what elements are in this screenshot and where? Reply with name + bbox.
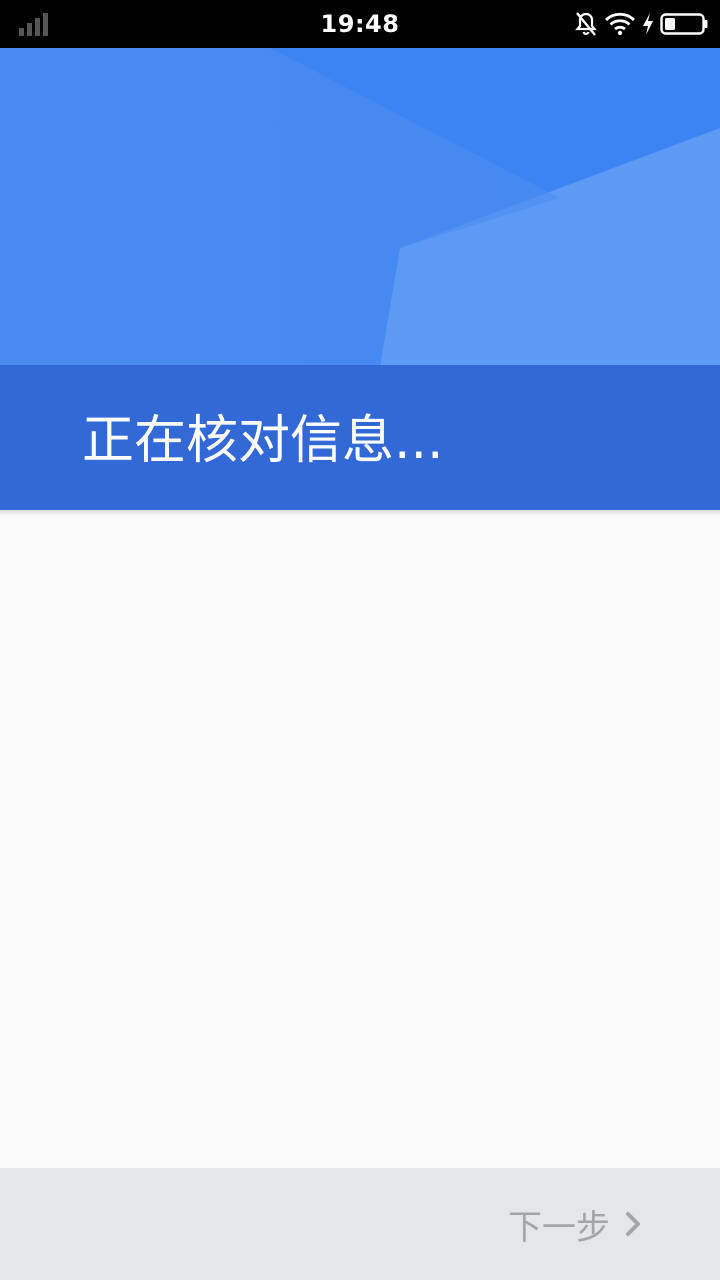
header: 正在核对信息... <box>0 48 720 510</box>
battery-icon <box>660 13 708 35</box>
next-button[interactable]: 下一步 <box>508 1198 642 1250</box>
page-title: 正在核对信息... <box>82 411 444 471</box>
charging-icon <box>643 13 653 35</box>
content-area <box>0 516 720 1168</box>
status-icons <box>574 10 708 38</box>
mute-bell-icon <box>575 12 597 36</box>
wifi-icon <box>605 12 635 36</box>
header-background <box>0 48 720 366</box>
bottom-bar: 下一步 <box>0 1168 720 1280</box>
next-button-label: 下一步 <box>508 1207 610 1248</box>
status-bar: 19:48 <box>0 0 720 48</box>
chevron-right-icon <box>626 1212 640 1236</box>
